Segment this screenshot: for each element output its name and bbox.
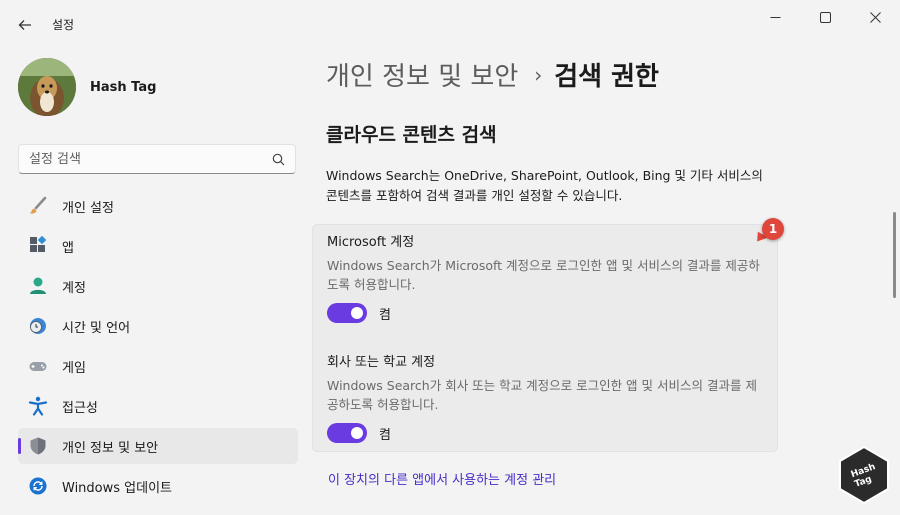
update-icon bbox=[28, 476, 48, 496]
microsoft-account-toggle[interactable] bbox=[327, 303, 367, 323]
manage-accounts-link[interactable]: 이 장치의 다른 앱에서 사용하는 계정 관리 bbox=[328, 469, 556, 488]
setting-microsoft-account: Microsoft 계정 Windows Search가 Microsoft 계… bbox=[327, 231, 767, 323]
settings-card: Microsoft 계정 Windows Search가 Microsoft 계… bbox=[312, 224, 778, 452]
profile[interactable]: Hash Tag bbox=[18, 58, 156, 116]
sidebar-item-accounts[interactable]: 계정 bbox=[18, 268, 298, 304]
profile-name: Hash Tag bbox=[90, 79, 157, 95]
sidebar-item-windows-update[interactable]: Windows 업데이트 bbox=[18, 468, 298, 504]
sidebar-item-gaming[interactable]: 게임 bbox=[18, 348, 298, 384]
toggle-row: 켬 bbox=[327, 303, 767, 323]
back-button[interactable] bbox=[12, 12, 38, 38]
scrollbar-thumb[interactable] bbox=[893, 212, 896, 298]
app-title: 설정 bbox=[52, 18, 75, 32]
sidebar-item-label: Windows 업데이트 bbox=[62, 480, 173, 496]
clock-globe-icon bbox=[28, 316, 48, 336]
toggle-state-label: 켬 bbox=[379, 427, 391, 443]
sidebar-item-label: 시간 및 언어 bbox=[62, 320, 131, 336]
sidebar-item-privacy-security[interactable]: 개인 정보 및 보안 bbox=[18, 428, 298, 464]
minimize-icon bbox=[770, 16, 780, 18]
sidebar-item-accessibility[interactable]: 접근성 bbox=[18, 388, 298, 424]
sidebar-nav: 개인 설정 앱 계정 시간 및 언어 게임 접근성 개인 정보 및 보안 Win… bbox=[18, 188, 298, 508]
search-icon[interactable] bbox=[271, 152, 285, 166]
setting-title: 회사 또는 학교 계정 bbox=[327, 355, 436, 370]
title-bar: 설정 bbox=[0, 0, 900, 48]
breadcrumb-parent[interactable]: 개인 정보 및 보안 bbox=[326, 56, 518, 93]
search-input[interactable] bbox=[29, 151, 271, 167]
accessibility-icon bbox=[28, 396, 48, 416]
sidebar-item-label: 게임 bbox=[62, 360, 86, 376]
annotation-badge: 1 bbox=[762, 218, 784, 240]
sidebar-item-label: 접근성 bbox=[62, 400, 98, 416]
close-button[interactable] bbox=[850, 0, 900, 34]
brush-icon bbox=[28, 196, 48, 216]
dog-photo-icon bbox=[18, 58, 76, 116]
arrow-left-icon bbox=[18, 20, 31, 30]
setting-title: Microsoft 계정 bbox=[327, 235, 415, 250]
avatar bbox=[18, 58, 76, 116]
maximize-button[interactable] bbox=[800, 0, 850, 34]
maximize-icon bbox=[819, 11, 831, 23]
shield-icon bbox=[28, 436, 48, 456]
toggle-row: 켬 bbox=[327, 423, 767, 443]
close-icon bbox=[869, 11, 881, 23]
account-icon bbox=[28, 276, 48, 296]
section-title: 클라우드 콘텐츠 검색 bbox=[326, 124, 497, 146]
settings-search-box[interactable] bbox=[18, 144, 296, 174]
main-content: 개인 정보 및 보안 › 검색 권한 클라우드 콘텐츠 검색 Windows S… bbox=[310, 48, 900, 515]
sidebar-item-label: 개인 설정 bbox=[62, 200, 114, 216]
minimize-button[interactable] bbox=[750, 0, 800, 34]
section-description: Windows Search는 OneDrive, SharePoint, Ou… bbox=[326, 168, 763, 203]
sidebar-item-time-language[interactable]: 시간 및 언어 bbox=[18, 308, 298, 344]
breadcrumb-separator: › bbox=[534, 62, 543, 87]
gamepad-icon bbox=[28, 356, 48, 376]
apps-icon bbox=[28, 236, 48, 256]
sidebar-item-personalization[interactable]: 개인 설정 bbox=[18, 188, 298, 224]
setting-work-school-account: 회사 또는 학교 계정 Windows Search가 회사 또는 학교 계정으… bbox=[327, 351, 767, 443]
page-title: 검색 권한 bbox=[554, 62, 659, 92]
sidebar-item-label: 계정 bbox=[62, 280, 86, 296]
sidebar-item-label: 개인 정보 및 보안 bbox=[62, 440, 159, 456]
watermark-logo: Hash Tag bbox=[838, 446, 890, 504]
setting-description: Windows Search가 Microsoft 계정으로 로그인한 앱 및 … bbox=[327, 258, 760, 292]
work-school-account-toggle[interactable] bbox=[327, 423, 367, 443]
toggle-state-label: 켬 bbox=[379, 307, 391, 323]
breadcrumb: 개인 정보 및 보안 › 검색 권한 bbox=[326, 56, 659, 93]
sidebar-item-apps[interactable]: 앱 bbox=[18, 228, 298, 264]
sidebar: Hash Tag 개인 설정 앱 계정 bbox=[0, 48, 310, 515]
sidebar-item-label: 앱 bbox=[62, 240, 74, 256]
window-controls bbox=[750, 0, 900, 34]
setting-description: Windows Search가 회사 또는 학교 계정으로 로그인한 앱 및 서… bbox=[327, 378, 757, 412]
